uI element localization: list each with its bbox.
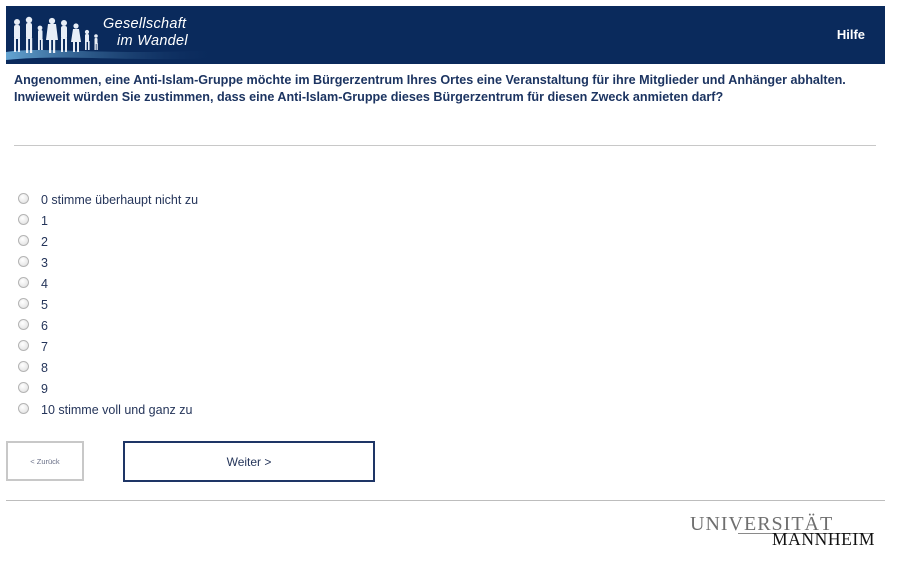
radio-button[interactable] [18,297,29,309]
answer-option-2[interactable]: 2 [18,231,198,252]
radio-button[interactable] [18,213,29,225]
option-label: 8 [41,360,48,375]
radio-button[interactable] [18,360,29,372]
answer-option-9[interactable]: 9 [18,378,198,399]
answer-options: 0 stimme überhaupt nicht zu 1 2 3 4 5 6 … [18,189,198,420]
radio-button[interactable] [18,276,29,288]
people-silhouettes-icon [6,16,221,60]
answer-option-8[interactable]: 8 [18,357,198,378]
radio-button[interactable] [18,234,29,246]
option-label: 4 [41,276,48,291]
answer-option-3[interactable]: 3 [18,252,198,273]
answer-option-1[interactable]: 1 [18,210,198,231]
option-label: 6 [41,318,48,333]
radio-button[interactable] [18,192,29,204]
radio-button[interactable] [18,402,29,414]
answer-option-10[interactable]: 10 stimme voll und ganz zu [18,399,198,420]
logo-title-line1: Gesellschaft [103,16,187,32]
survey-header: Gesellschaft im Wandel Hilfe [6,6,885,64]
divider [14,145,876,146]
option-label: 5 [41,297,48,312]
answer-option-7[interactable]: 7 [18,336,198,357]
answer-option-5[interactable]: 5 [18,294,198,315]
option-label: 1 [41,213,48,228]
answer-option-4[interactable]: 4 [18,273,198,294]
logo-title-line2: im Wandel [117,33,188,49]
option-label: 10 stimme voll und ganz zu [41,402,193,417]
footer-divider [6,500,885,501]
help-link[interactable]: Hilfe [837,27,865,42]
option-label: 2 [41,234,48,249]
answer-option-0[interactable]: 0 stimme überhaupt nicht zu [18,189,198,210]
radio-button[interactable] [18,318,29,330]
option-label: 7 [41,339,48,354]
radio-button[interactable] [18,381,29,393]
university-mannheim-logo: UNIVERSITÄT MANNHEIM [690,513,876,551]
next-button[interactable]: Weiter > [123,441,375,482]
question-text: Angenommen, eine Anti-Islam-Gruppe möcht… [14,73,846,104]
back-button[interactable]: < Zurück [6,441,84,481]
gesellschaft-im-wandel-logo: Gesellschaft im Wandel [6,6,221,64]
radio-button[interactable] [18,255,29,267]
radio-button[interactable] [18,339,29,351]
answer-option-6[interactable]: 6 [18,315,198,336]
option-label: 3 [41,255,48,270]
option-label: 0 stimme überhaupt nicht zu [41,192,199,207]
university-logo-line2: MANNHEIM [772,529,875,549]
option-label: 9 [41,381,48,396]
